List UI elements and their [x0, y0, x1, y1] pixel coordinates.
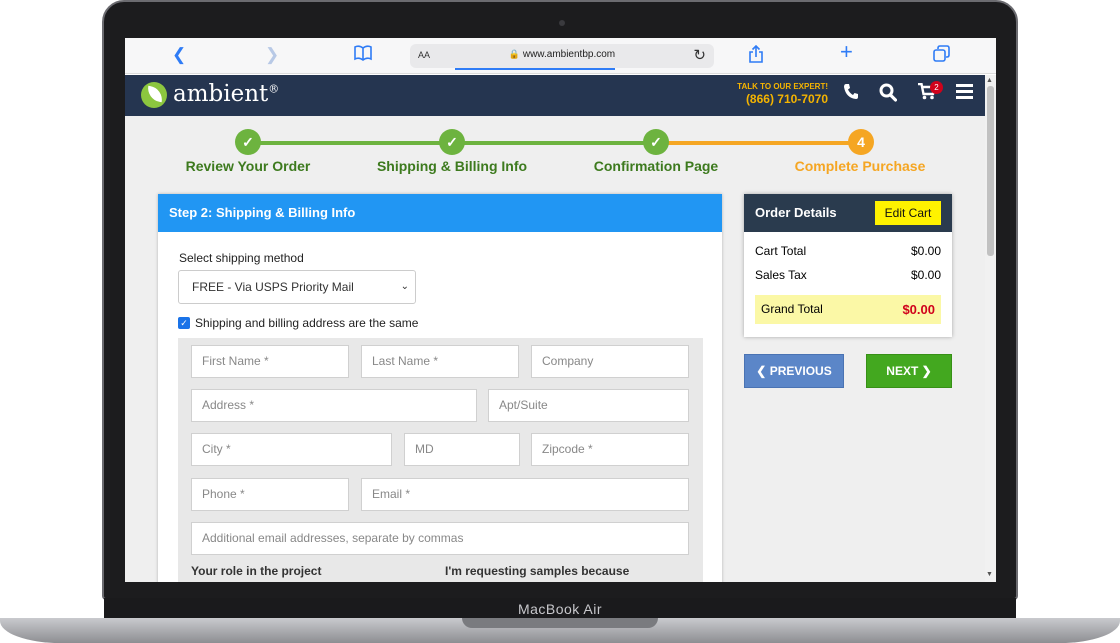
lock-icon: 🔒 [508, 49, 521, 59]
order-details-card: Order Details Edit Cart Cart Total $0.00… [744, 194, 952, 337]
sales-tax-value: $0.00 [910, 268, 941, 282]
loading-progress-bar [455, 68, 615, 70]
step-3-check-icon: ✓ [643, 129, 669, 155]
device-label: MacBook Air [517, 601, 603, 617]
tabs-icon[interactable] [933, 45, 950, 67]
step-4-label: Complete Purchase [794, 158, 926, 174]
cart-total-row: Cart Total $0.00 [755, 244, 941, 258]
back-icon[interactable]: ❮ [172, 45, 186, 65]
apt-suite-input[interactable]: Apt/Suite [488, 389, 689, 422]
browser-screen: ❮ ❯ AA 🔒 www.ambientbp.com ↻ + ambient® … [125, 38, 996, 582]
email-input[interactable]: Email * [361, 478, 689, 511]
phone-icon[interactable] [843, 83, 859, 106]
edit-cart-button[interactable]: Edit Cart [875, 201, 941, 225]
camera-dot [559, 20, 565, 26]
order-details-title: Order Details Edit Cart [744, 194, 952, 232]
laptop-notch [462, 618, 658, 628]
shipping-billing-card: Step 2: Shipping & Billing Info Select s… [158, 194, 722, 582]
scroll-up-icon[interactable]: ▲ [986, 77, 993, 84]
grand-total-value: $0.00 [902, 302, 935, 317]
laptop-chin: MacBook Air [104, 598, 1016, 620]
scrollbar-thumb[interactable] [987, 86, 994, 256]
zipcode-input[interactable]: Zipcode * [531, 433, 689, 466]
reason-label: I'm requesting samples because [445, 564, 630, 578]
step-1-label[interactable]: Review Your Order [148, 158, 348, 174]
step-2-label[interactable]: Shipping & Billing Info [352, 158, 552, 174]
last-name-input[interactable]: Last Name * [361, 345, 519, 378]
step-3-label: Confirmation Page [593, 158, 719, 174]
step-2-check-icon: ✓ [439, 129, 465, 155]
search-icon[interactable] [879, 83, 898, 108]
cart-count-badge: 2 [930, 81, 943, 94]
cart-total-value: $0.00 [910, 244, 941, 258]
phone-number[interactable]: (866) 710-7070 [708, 92, 828, 106]
menu-icon[interactable] [956, 83, 973, 105]
reload-icon[interactable]: ↻ [693, 46, 706, 64]
share-icon[interactable] [749, 44, 763, 68]
sales-tax-row: Sales Tax $0.00 [755, 268, 941, 282]
company-input[interactable]: Company [531, 345, 689, 378]
forward-icon[interactable]: ❯ [265, 45, 279, 65]
step-4-number: 4 [848, 129, 874, 155]
brand-name[interactable]: ambient® [173, 81, 279, 107]
browser-toolbar: ❮ ❯ AA 🔒 www.ambientbp.com ↻ + [125, 38, 996, 74]
role-label: Your role in the project [191, 564, 322, 578]
url-text: www.ambientbp.com [522, 49, 616, 60]
shipping-method-label: Select shipping method [179, 251, 304, 265]
additional-emails-input[interactable]: Additional email addresses, separate by … [191, 522, 689, 555]
city-input[interactable]: City * [191, 433, 392, 466]
address-input[interactable]: Address * [191, 389, 477, 422]
chevron-left-icon: ❮ [756, 364, 770, 378]
grand-total-row: Grand Total $0.00 [755, 295, 941, 324]
shipping-method-select[interactable]: FREE - Via USPS Priority Mail ⌄ [178, 270, 416, 304]
new-tab-icon[interactable]: + [840, 41, 853, 63]
progress-line-current [655, 141, 860, 145]
chevron-down-icon: ⌄ [400, 281, 409, 292]
chevron-right-icon: ❯ [918, 364, 932, 378]
previous-button[interactable]: ❮ PREVIOUS [744, 354, 844, 388]
first-name-input[interactable]: First Name * [191, 345, 349, 378]
step-1-check-icon: ✓ [235, 129, 261, 155]
next-button[interactable]: NEXT ❯ [866, 354, 952, 388]
same-address-checkbox[interactable]: ✓ [178, 317, 190, 329]
ambient-logo-icon[interactable] [141, 82, 167, 108]
site-header: ambient® TALK TO OUR EXPERT! (866) 710-7… [125, 75, 985, 116]
bookmarks-icon[interactable] [354, 45, 372, 66]
state-select[interactable]: MD [404, 433, 520, 466]
expert-contact[interactable]: TALK TO OUR EXPERT! (866) 710-7070 [708, 82, 828, 106]
address-form: First Name * Last Name * Company Address… [178, 338, 703, 582]
address-bar[interactable]: AA 🔒 www.ambientbp.com ↻ [410, 44, 714, 70]
same-address-label: Shipping and billing address are the sam… [195, 316, 419, 330]
phone-input[interactable]: Phone * [191, 478, 349, 511]
card-title: Step 2: Shipping & Billing Info [158, 194, 722, 232]
scroll-down-icon[interactable]: ▼ [986, 571, 993, 578]
